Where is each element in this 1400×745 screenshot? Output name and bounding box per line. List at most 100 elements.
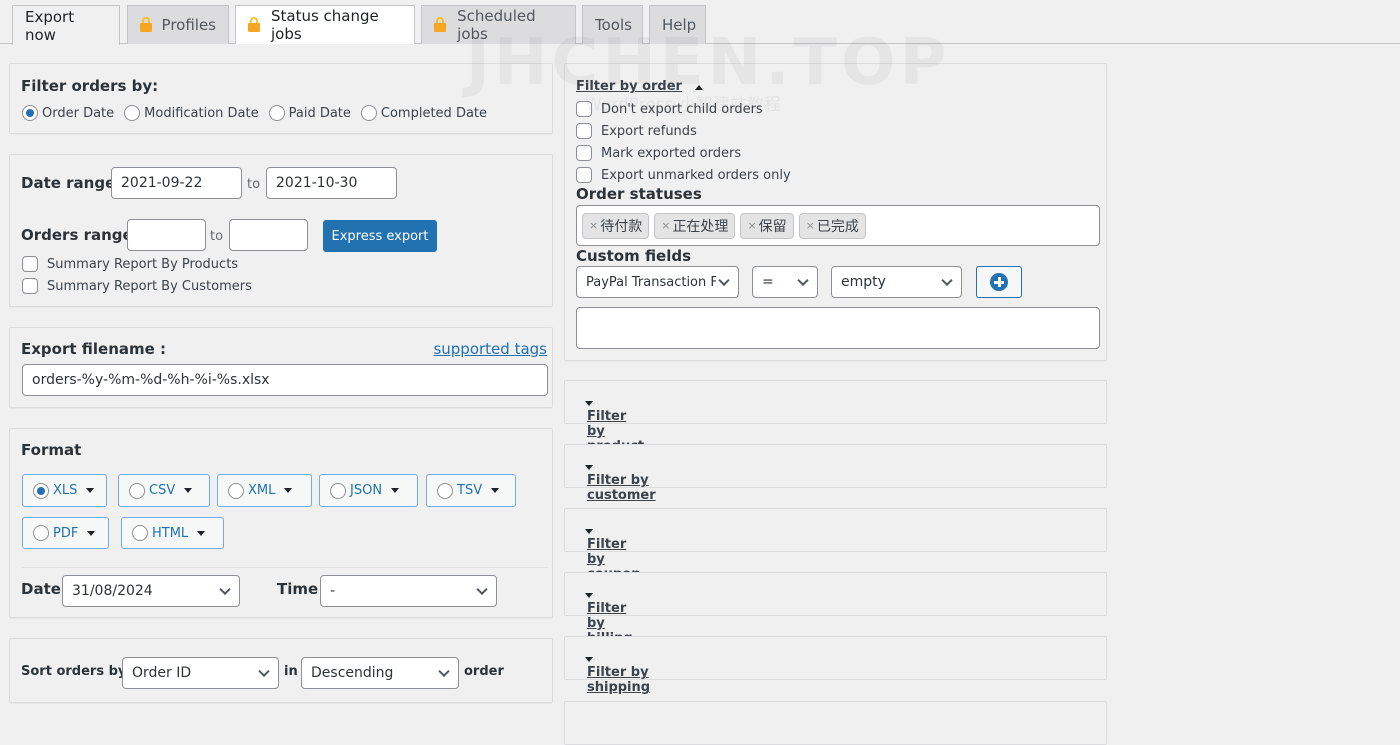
to-label: to: [210, 229, 224, 244]
tab-export-now[interactable]: Export now: [12, 5, 120, 45]
radio-tsv[interactable]: [437, 482, 453, 499]
caret-down-icon[interactable]: [391, 488, 400, 493]
format-label: PDF: [53, 525, 79, 541]
sort-direction-select[interactable]: Descending: [301, 657, 459, 689]
tab-tools[interactable]: Tools: [582, 5, 643, 44]
option-mark-exported: Mark exported orders: [576, 145, 741, 161]
chip-label: 正在处理: [672, 218, 729, 235]
caret-down-icon[interactable]: [197, 530, 206, 536]
order-statuses-label: Order statuses: [576, 185, 702, 203]
radio-pdf[interactable]: [33, 525, 49, 541]
radio-csv[interactable]: [129, 482, 145, 499]
summary-customers-option: Summary Report By Customers: [22, 278, 252, 294]
filter-orders-by-title: Filter orders by:: [21, 77, 159, 95]
filter-by-order-title[interactable]: Filter by order: [576, 79, 682, 94]
format-html[interactable]: HTML: [121, 517, 224, 549]
radio-xml[interactable]: [228, 482, 244, 499]
filter-by-order-toggle[interactable]: Filter by order: [576, 79, 704, 94]
lock-icon: [140, 17, 152, 32]
tab-help[interactable]: Help: [649, 5, 706, 44]
format-pdf[interactable]: PDF: [22, 517, 109, 549]
date-from-input[interactable]: 2021-09-22: [111, 167, 242, 199]
tab-label: Status change jobs: [270, 7, 379, 43]
time-label: Time: [277, 580, 319, 598]
express-export-button[interactable]: Express export: [323, 220, 437, 252]
radio-json[interactable]: [330, 482, 346, 499]
date-range-label: Date range: [21, 174, 116, 192]
radio-completed-date[interactable]: [360, 105, 377, 121]
supported-tags-link[interactable]: supported tags: [433, 340, 547, 358]
filter-by-billing-toggle[interactable]: Filter by billing: [576, 587, 633, 646]
filter-title[interactable]: Filter by customer: [587, 473, 656, 503]
option-dont-export-child: Don't export child orders: [576, 101, 763, 117]
custom-field-select[interactable]: PayPal Transaction Fee: [576, 266, 739, 298]
filter-by-coupon-panel: Filter by coupon: [564, 508, 1107, 582]
filter-by-product-toggle[interactable]: Filter by product: [576, 395, 644, 454]
remove-icon[interactable]: ×: [747, 219, 756, 232]
filter-title[interactable]: Filter by shipping: [587, 665, 650, 695]
radio-xls[interactable]: [33, 482, 49, 499]
condition-value: empty: [841, 274, 886, 290]
caret-down-icon: [585, 529, 593, 534]
caret-up-icon: [695, 85, 704, 90]
caret-down-icon[interactable]: [87, 530, 96, 536]
caret-down-icon: [585, 657, 593, 662]
filter-by-customer-toggle[interactable]: Filter by customer: [576, 459, 656, 503]
mark-exported-checkbox[interactable]: [576, 145, 592, 161]
export-refunds-checkbox[interactable]: [576, 123, 592, 139]
range-panel: Date range 2021-09-22 to 2021-10-30 Orde…: [9, 154, 553, 307]
chevron-down-icon: [258, 665, 270, 678]
remove-icon[interactable]: ×: [661, 219, 670, 232]
date-select[interactable]: 31/08/2024: [62, 575, 240, 607]
chip-label: 已完成: [816, 218, 859, 235]
caret-down-icon[interactable]: [86, 488, 95, 493]
condition-select[interactable]: empty: [831, 266, 962, 298]
tab-profiles[interactable]: Profiles: [127, 5, 229, 44]
orders-to-input[interactable]: [229, 219, 308, 251]
caret-down-icon[interactable]: [184, 488, 193, 493]
operator-select[interactable]: =: [752, 266, 818, 298]
dont-export-child-checkbox[interactable]: [576, 101, 592, 117]
tab-scheduled-jobs[interactable]: Scheduled jobs: [421, 5, 576, 44]
chip-label: 保留: [758, 218, 787, 235]
filter-by-shipping-toggle[interactable]: Filter by shipping: [576, 651, 650, 695]
caret-down-icon[interactable]: [491, 488, 500, 493]
filter-by-coupon-toggle[interactable]: Filter by coupon: [576, 523, 640, 582]
format-csv[interactable]: CSV: [118, 474, 210, 507]
custom-fields-textarea[interactable]: [576, 307, 1100, 349]
tab-status-change-jobs[interactable]: Status change jobs: [235, 5, 415, 44]
caret-down-icon: [585, 401, 593, 406]
remove-icon[interactable]: ×: [806, 219, 815, 232]
order-label: order: [464, 664, 504, 679]
export-filename-input[interactable]: orders-%y-%m-%d-%h-%i-%s.xlsx: [22, 364, 548, 396]
date-to-input[interactable]: 2021-10-30: [266, 167, 397, 199]
tab-label: Tools: [595, 16, 632, 34]
caret-down-icon[interactable]: [284, 488, 293, 493]
sort-field-select[interactable]: Order ID: [122, 657, 279, 689]
format-label: TSV: [457, 483, 483, 498]
time-select[interactable]: -: [320, 575, 497, 607]
format-xls[interactable]: XLS: [22, 474, 107, 507]
format-tsv[interactable]: TSV: [426, 474, 516, 507]
remove-icon[interactable]: ×: [589, 219, 598, 232]
order-statuses-multiselect[interactable]: × 待付款 × 正在处理 × 保留 × 已完成: [576, 205, 1100, 246]
format-json[interactable]: JSON: [319, 474, 418, 507]
summary-products-checkbox[interactable]: [22, 256, 38, 272]
summary-customers-checkbox[interactable]: [22, 278, 38, 294]
add-custom-field-button[interactable]: [976, 266, 1022, 298]
radio-paid-date[interactable]: [268, 105, 285, 121]
filter-by-order-panel: Filter by order Don't export child order…: [564, 63, 1107, 361]
tab-label: Help: [662, 16, 697, 34]
export-unmarked-checkbox[interactable]: [576, 167, 592, 183]
format-label: XML: [248, 483, 276, 498]
orders-from-input[interactable]: [127, 219, 206, 251]
custom-field-value: PayPal Transaction Fee: [586, 274, 716, 290]
export-filename-panel: Export filename : supported tags orders-…: [9, 327, 553, 408]
radio-html[interactable]: [132, 525, 148, 541]
radio-order-date[interactable]: [22, 105, 38, 121]
chevron-down-icon: [438, 665, 450, 678]
radio-modification-date[interactable]: [124, 105, 141, 121]
status-chip: × 待付款: [582, 212, 650, 239]
tab-label: Export now: [25, 7, 75, 44]
format-xml[interactable]: XML: [217, 474, 312, 507]
